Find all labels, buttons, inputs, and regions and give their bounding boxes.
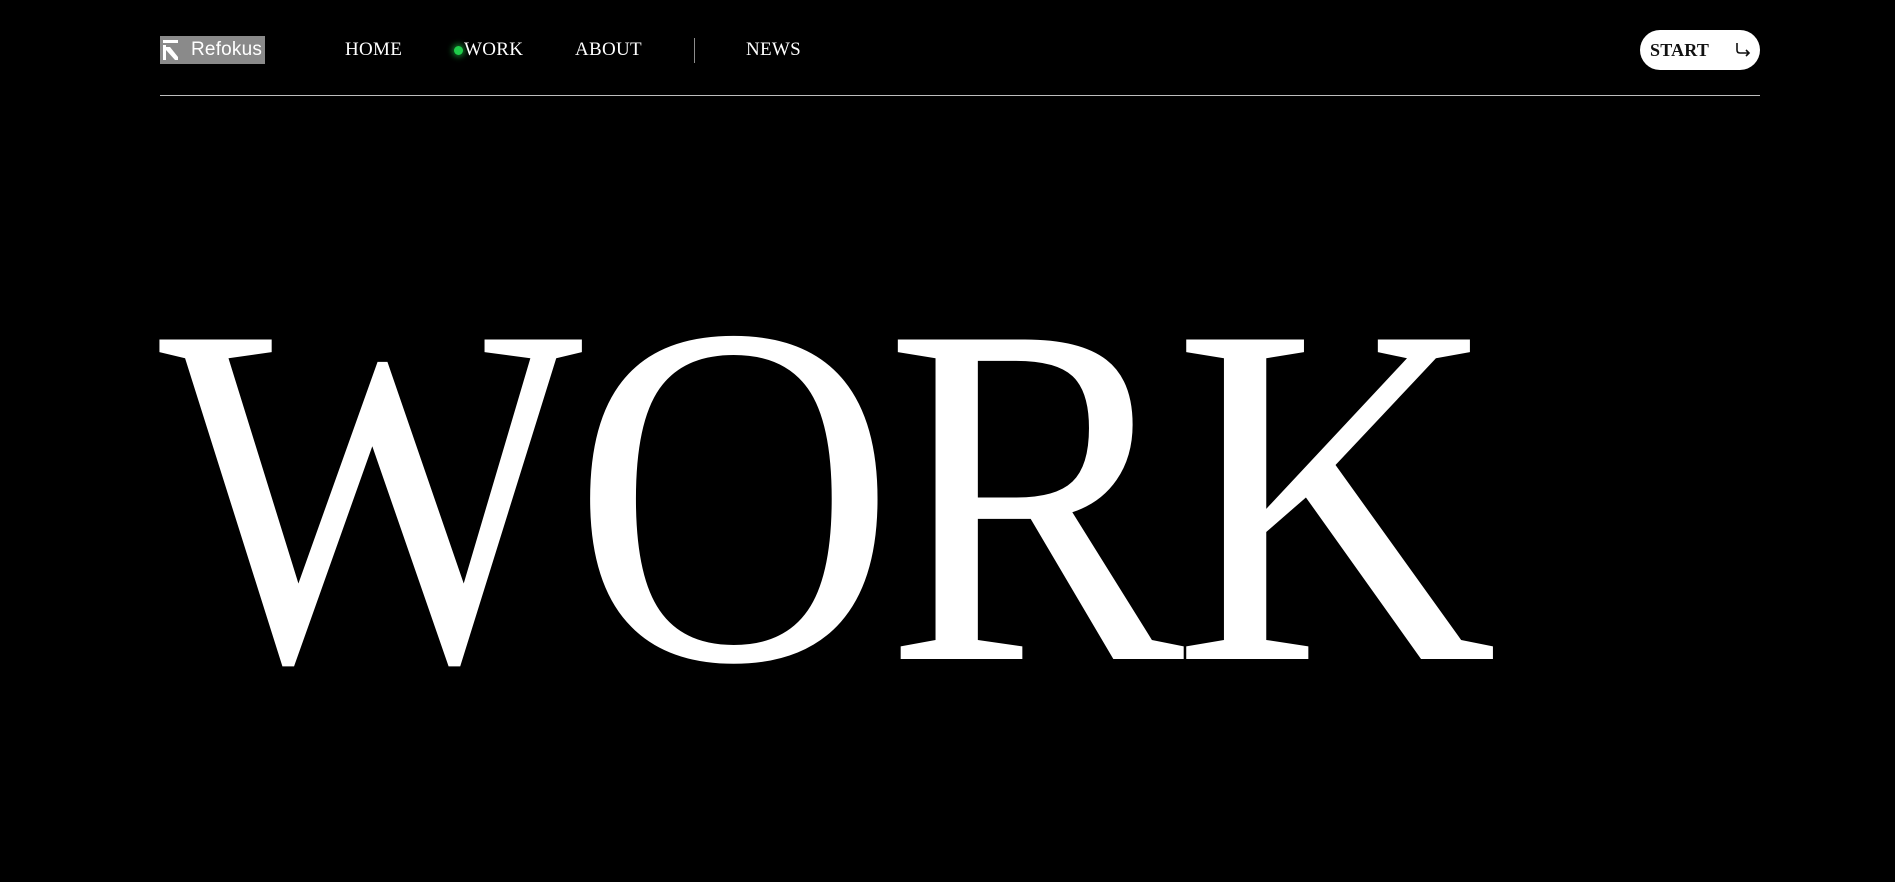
hero-title: WORK — [159, 224, 1498, 765]
site-header: Refokus HOME WORK ABOUT NEWS START — [160, 0, 1760, 96]
start-button[interactable]: START — [1640, 30, 1760, 70]
hero-section: WORK — [0, 224, 1895, 765]
nav-item-work-label: WORK — [464, 39, 524, 60]
brand-name: Refokus — [191, 39, 263, 60]
start-button-label: START — [1650, 39, 1710, 60]
brand-logo-link[interactable]: Refokus — [160, 36, 265, 64]
refokus-logo-icon — [161, 38, 181, 62]
nav-item-about[interactable]: ABOUT — [575, 38, 642, 62]
arrow-return-icon — [1734, 40, 1752, 60]
nav-item-work[interactable]: WORK — [453, 38, 523, 62]
nav-divider — [694, 38, 695, 63]
nav-item-news[interactable]: NEWS — [746, 38, 801, 62]
nav-item-home[interactable]: HOME — [345, 38, 402, 62]
